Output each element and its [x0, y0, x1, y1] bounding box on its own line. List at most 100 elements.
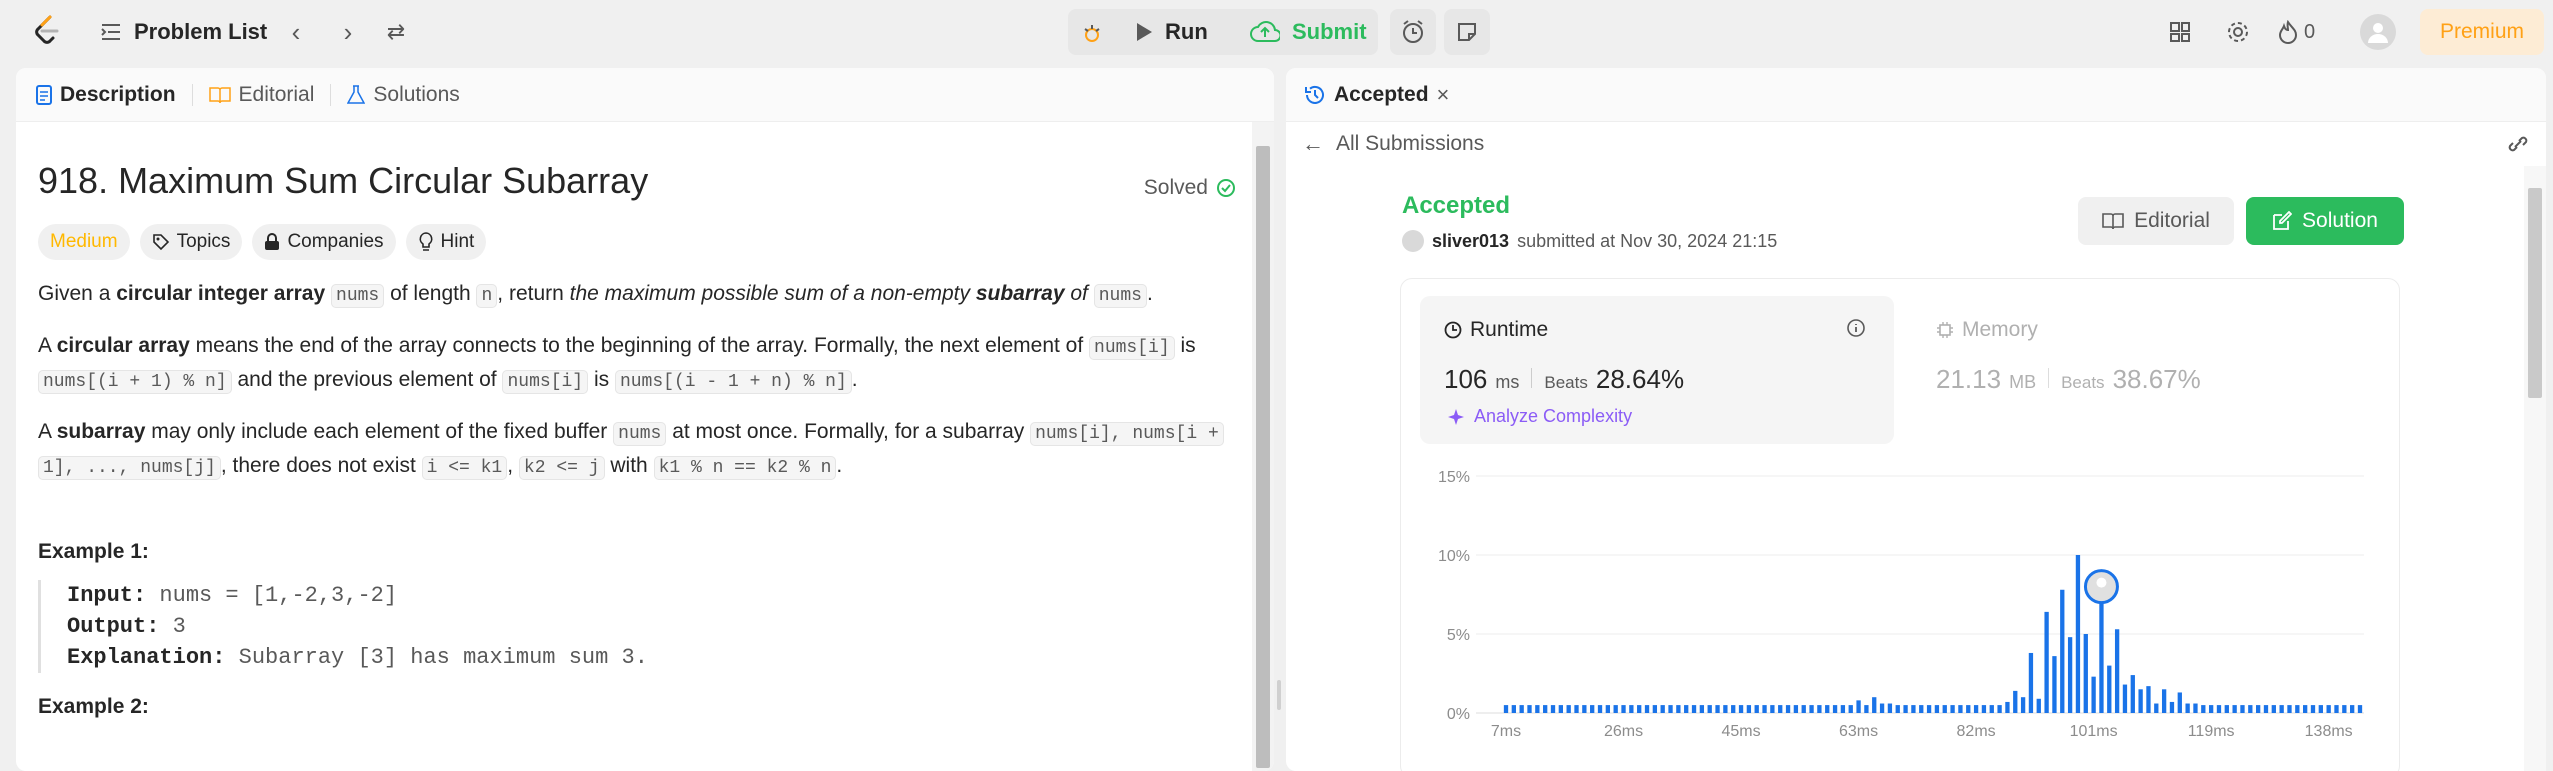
link-icon[interactable]	[2506, 134, 2530, 154]
distribution-bar[interactable]	[1582, 705, 1587, 713]
distribution-bar[interactable]	[1668, 705, 1673, 713]
distribution-bar[interactable]	[1966, 705, 1971, 713]
info-icon[interactable]	[1846, 318, 1866, 338]
distribution-bar[interactable]	[2287, 705, 2292, 713]
distribution-bar[interactable]	[2138, 689, 2143, 713]
distribution-bar[interactable]	[2067, 637, 2073, 713]
distribution-bar[interactable]	[1872, 697, 1877, 713]
distribution-bar[interactable]	[1903, 705, 1908, 713]
distribution-bar[interactable]	[1911, 705, 1916, 713]
tab-solutions[interactable]: Solutions	[347, 83, 460, 107]
distribution-bar[interactable]	[2185, 703, 2190, 713]
analyze-complexity-link[interactable]: Analyze Complexity	[1446, 406, 1632, 427]
distribution-bar[interactable]	[1919, 705, 1924, 713]
distribution-bar[interactable]	[1793, 705, 1799, 713]
layout-icon[interactable]	[2164, 16, 2196, 48]
distribution-bar[interactable]	[1676, 705, 1681, 713]
tab-editorial[interactable]: Editorial	[208, 83, 314, 107]
distribution-bar[interactable]	[1746, 705, 1752, 713]
distribution-bar[interactable]	[1503, 705, 1509, 713]
distribution-bar[interactable]	[2310, 705, 2316, 713]
distribution-bar[interactable]	[2161, 689, 2167, 713]
distribution-bar[interactable]	[2201, 705, 2206, 713]
distribution-bar[interactable]	[1652, 705, 1658, 713]
distribution-bar[interactable]	[2279, 705, 2284, 713]
distribution-bar[interactable]	[1574, 705, 1579, 713]
distribution-bar[interactable]	[1801, 705, 1806, 713]
distribution-bar[interactable]	[2342, 705, 2347, 713]
distribution-bar[interactable]	[1981, 705, 1987, 713]
distribution-bar[interactable]	[2154, 703, 2159, 713]
distribution-bar[interactable]	[1543, 705, 1548, 713]
scrollbar-thumb[interactable]	[2528, 188, 2542, 398]
user-avatar-small[interactable]	[1402, 230, 1424, 252]
distribution-bar[interactable]	[2224, 705, 2229, 713]
leetcode-logo-icon[interactable]	[30, 14, 64, 48]
distribution-bar[interactable]	[2083, 634, 2088, 713]
memory-tab[interactable]: Memory	[1936, 318, 2038, 342]
distribution-bar[interactable]	[1895, 705, 1900, 713]
submit-button[interactable]: Submit	[1250, 9, 1367, 55]
back-arrow-icon[interactable]: ←	[1302, 131, 1324, 157]
editorial-button[interactable]: Editorial	[2078, 197, 2234, 245]
solution-button[interactable]: Solution	[2246, 197, 2404, 245]
distribution-bar[interactable]	[1973, 705, 1979, 713]
distribution-bar[interactable]	[1770, 705, 1775, 713]
tab-accepted[interactable]: Accepted ×	[1304, 82, 1449, 108]
distribution-bar[interactable]	[2044, 611, 2049, 713]
distribution-bar[interactable]	[1597, 705, 1603, 713]
distribution-bar[interactable]	[1621, 705, 1626, 713]
problem-title[interactable]: 918. Maximum Sum Circular Subarray	[38, 160, 1226, 202]
distribution-bar[interactable]	[1856, 700, 1861, 713]
distribution-bar[interactable]	[2130, 675, 2135, 713]
distribution-bar[interactable]	[2177, 692, 2182, 713]
distribution-bar[interactable]	[1566, 705, 1571, 713]
next-problem-icon[interactable]: ›	[332, 16, 364, 48]
distribution-bar[interactable]	[2060, 589, 2065, 713]
debug-icon[interactable]	[1076, 17, 1108, 49]
distribution-bar[interactable]	[2240, 705, 2245, 713]
distribution-bar[interactable]	[1535, 705, 1540, 713]
distribution-bar[interactable]	[1997, 705, 2002, 713]
distribution-bar[interactable]	[1699, 705, 1705, 713]
distribution-bar[interactable]	[1723, 705, 1728, 713]
distribution-bar[interactable]	[1958, 705, 1963, 713]
streak-counter[interactable]: 0	[2278, 16, 2315, 48]
distribution-bar[interactable]	[2020, 697, 2026, 713]
tab-description[interactable]: Description	[36, 83, 176, 107]
panel-resize-handle[interactable]	[1277, 680, 1281, 710]
distribution-bar[interactable]	[1809, 705, 1814, 713]
distribution-bar[interactable]	[1590, 705, 1595, 713]
distribution-bar[interactable]	[1832, 705, 1838, 713]
notes-button[interactable]	[1444, 9, 1490, 55]
distribution-bar[interactable]	[1519, 705, 1524, 713]
distribution-bar[interactable]	[2208, 705, 2214, 713]
distribution-bar[interactable]	[2036, 698, 2041, 713]
distribution-bar[interactable]	[2255, 705, 2261, 713]
distribution-bar[interactable]	[1942, 705, 1947, 713]
distribution-bar[interactable]	[1511, 705, 1516, 713]
distribution-bar[interactable]	[2248, 705, 2253, 713]
distribution-bar[interactable]	[1613, 705, 1618, 713]
distribution-bar[interactable]	[1887, 703, 1893, 713]
distribution-bar[interactable]	[2193, 703, 2198, 713]
distribution-bar[interactable]	[1989, 705, 1994, 713]
distribution-bar[interactable]	[1785, 705, 1791, 713]
distribution-bar[interactable]	[1825, 705, 1830, 713]
distribution-bar[interactable]	[1848, 705, 1853, 713]
companies-tag[interactable]: Companies	[252, 224, 396, 260]
distribution-bar[interactable]	[2334, 705, 2339, 713]
distribution-bar[interactable]	[1629, 705, 1634, 713]
distribution-bar[interactable]	[1731, 705, 1736, 713]
shuffle-icon[interactable]: ⇄	[380, 16, 412, 48]
submission-scrollbar[interactable]	[2524, 166, 2546, 771]
distribution-bar[interactable]	[1754, 705, 1759, 713]
distribution-bar[interactable]	[1879, 703, 1885, 713]
premium-button[interactable]: Premium	[2420, 9, 2544, 55]
distribution-bar[interactable]	[2099, 586, 2104, 713]
distribution-bar[interactable]	[1738, 705, 1744, 713]
scrollbar-thumb[interactable]	[1256, 146, 1270, 768]
distribution-bar[interactable]	[1840, 705, 1846, 713]
distribution-bar[interactable]	[1762, 705, 1767, 713]
user-avatar[interactable]	[2360, 14, 2396, 50]
